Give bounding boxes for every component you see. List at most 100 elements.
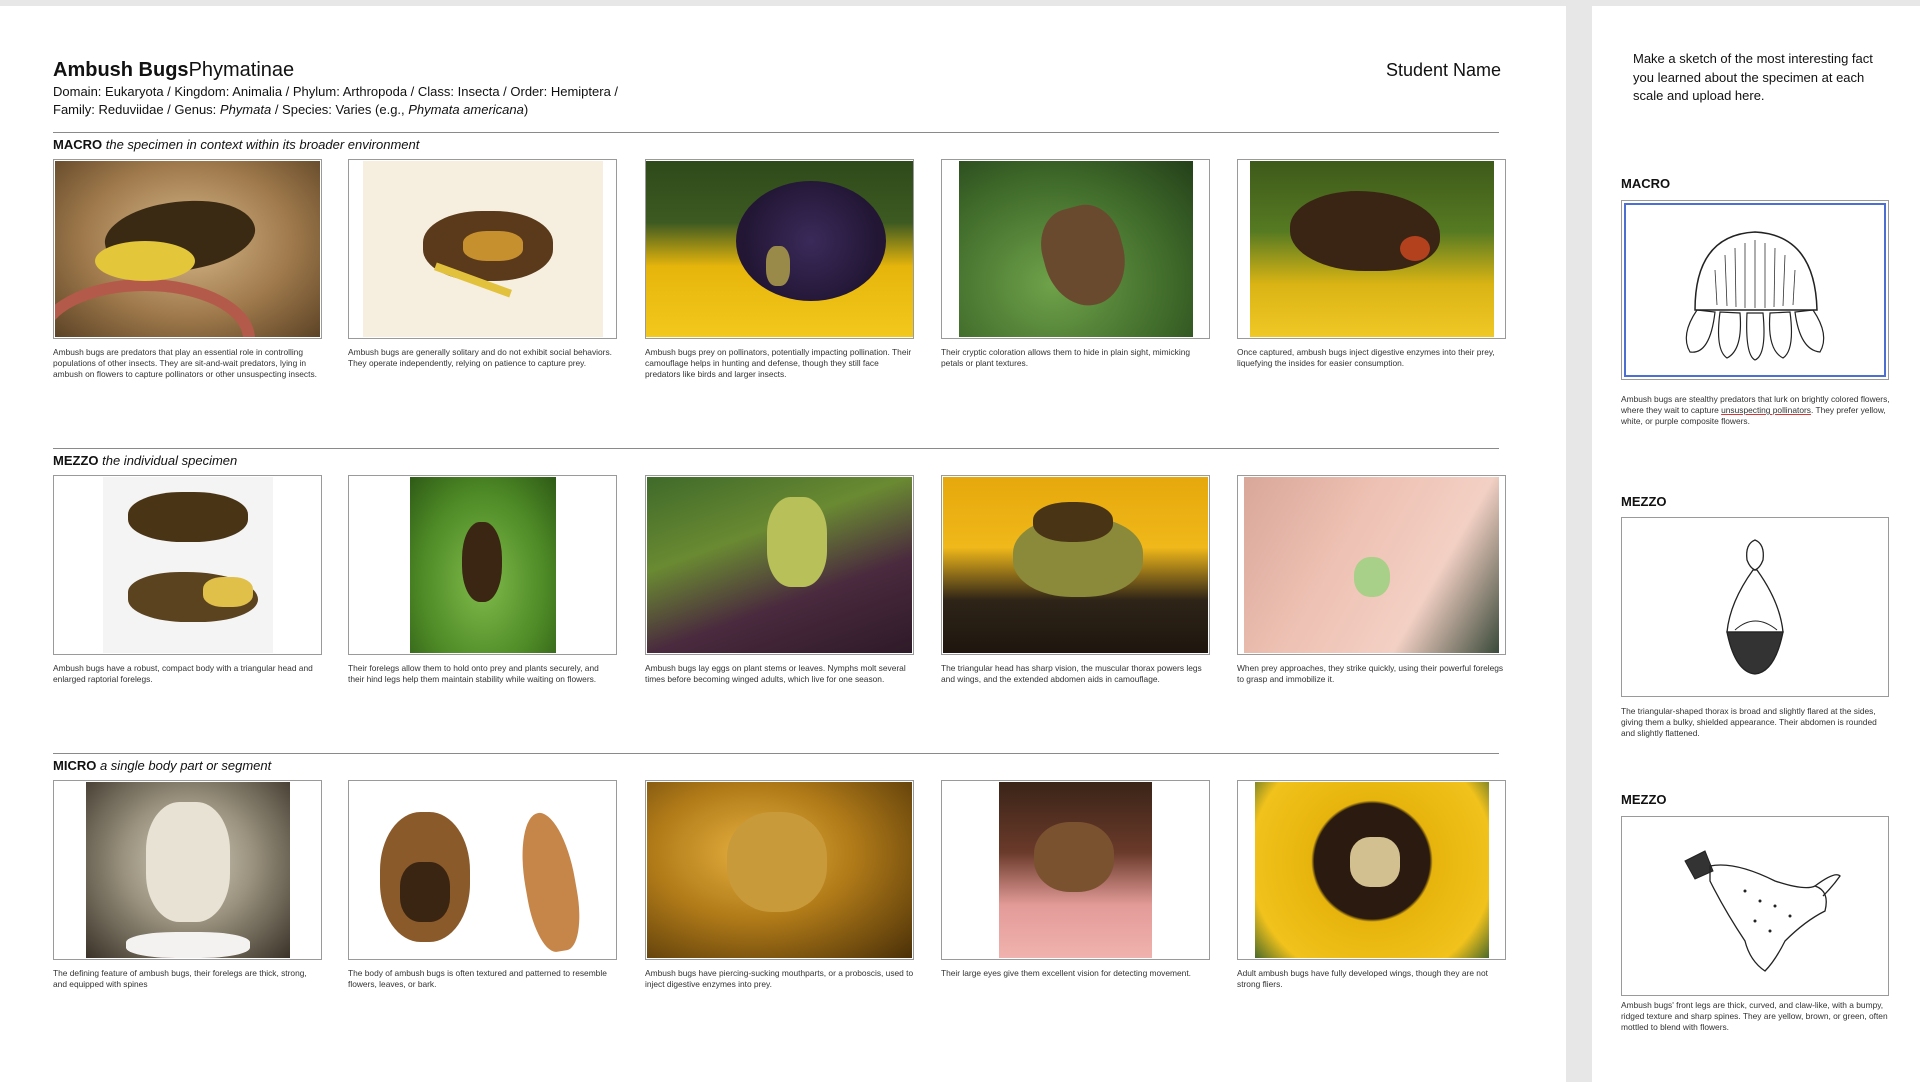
photo-frame[interactable] (1237, 780, 1506, 960)
photo-bug-on-finger (999, 782, 1152, 958)
photo-nymph-on-finger (1244, 477, 1499, 653)
specimen-card[interactable]: Ambush bugs prey on pollinators, potenti… (645, 159, 914, 380)
card-caption: When prey approaches, they strike quickl… (1237, 663, 1504, 684)
photo-bug-eating-prey (1249, 161, 1494, 337)
section-label-micro: MICRO a single body part or segment (53, 758, 271, 773)
card-caption: Ambush bugs are generally solitary and d… (348, 347, 612, 368)
card-caption: Their large eyes give them excellent vis… (941, 968, 1191, 978)
sketch-caption-mezzo-2: Ambush bugs' front legs are thick, curve… (1621, 1000, 1888, 1032)
section-name: MICRO (53, 758, 97, 773)
worksheet-page: Ambush BugsPhymatinae Domain: Eukaryota … (0, 6, 1566, 1082)
taxonomy-species: Phymata americana (408, 102, 524, 117)
section-divider (53, 132, 1499, 133)
photo-bug-on-coneflower (646, 161, 913, 337)
specimen-card[interactable]: Adult ambush bugs have fully developed w… (1237, 780, 1506, 990)
photo-frame[interactable] (53, 475, 322, 655)
card-caption: Ambush bugs have a robust, compact body … (53, 663, 313, 684)
specimen-card[interactable]: Their forelegs allow them to hold onto p… (348, 475, 617, 685)
section-label-macro: MACRO the specimen in context within its… (53, 137, 419, 152)
photo-frame[interactable] (348, 475, 617, 655)
foreleg-sketch-icon (1684, 850, 1841, 972)
body-sketch-icon (1726, 539, 1784, 675)
card-caption: Ambush bugs have piercing-sucking mouthp… (645, 968, 914, 989)
specimen-card[interactable]: Ambush bugs lay eggs on plant stems or l… (645, 475, 914, 685)
taxonomy-line-1: Domain: Eukaryota / Kingdom: Animalia / … (53, 84, 619, 99)
photo-bug-on-stem (55, 161, 320, 337)
specimen-card[interactable]: Ambush bugs are generally solitary and d… (348, 159, 617, 369)
section-name: MEZZO (53, 453, 99, 468)
photo-frame[interactable] (941, 780, 1210, 960)
photo-frame[interactable] (1237, 475, 1506, 655)
photo-frame[interactable] (645, 159, 914, 339)
section-name: MACRO (53, 137, 103, 152)
photo-specimen-dorsal-lateral (102, 477, 273, 653)
sketch-upload-mezzo-2[interactable] (1621, 816, 1889, 996)
specimen-card[interactable]: The triangular head has sharp vision, th… (941, 475, 1210, 685)
caption-underlined-text: unsuspecting pollinators (1721, 405, 1811, 415)
card-caption: Ambush bugs prey on pollinators, potenti… (645, 347, 912, 379)
specimen-card[interactable]: Ambush bugs are predators that play an e… (53, 159, 322, 380)
specimen-card[interactable]: The defining feature of ambush bugs, the… (53, 780, 322, 990)
section-divider (53, 753, 1499, 754)
card-caption: Their forelegs allow them to hold onto p… (348, 663, 599, 684)
section-desc: the specimen in context within its broad… (105, 137, 420, 152)
photo-bug-pair-on-flower (943, 477, 1208, 653)
photo-frame[interactable] (1237, 159, 1506, 339)
card-caption: Adult ambush bugs have fully developed w… (1237, 968, 1488, 989)
sketch-upload-mezzo[interactable] (1621, 517, 1889, 697)
sketch-label-macro: MACRO (1621, 176, 1671, 191)
photo-bug-on-green-leaf (409, 477, 556, 653)
photo-foreleg-closeup (85, 782, 290, 958)
card-caption: The triangular head has sharp vision, th… (941, 663, 1202, 684)
photo-frame[interactable] (53, 780, 322, 960)
photo-frame[interactable] (348, 780, 617, 960)
specimen-card[interactable]: Ambush bugs have piercing-sucking mouthp… (645, 780, 914, 990)
specimen-card[interactable]: When prey approaches, they strike quickl… (1237, 475, 1506, 685)
card-caption: Ambush bugs lay eggs on plant stems or l… (645, 663, 906, 684)
specimen-card[interactable]: Their cryptic coloration allows them to … (941, 159, 1210, 369)
sketch-label-mezzo-2: MEZZO (1621, 792, 1667, 807)
coneflower-sketch-icon (1685, 231, 1825, 361)
specimen-card[interactable]: Their large eyes give them excellent vis… (941, 780, 1210, 979)
card-caption: Ambush bugs are predators that play an e… (53, 347, 317, 379)
card-caption: Their cryptic coloration allows them to … (941, 347, 1191, 368)
sketch-instructions: Make a sketch of the most interesting fa… (1633, 51, 1873, 103)
specimen-card[interactable]: Once captured, ambush bugs inject digest… (1237, 159, 1506, 369)
taxonomy-text: Domain: Eukaryota / Kingdom: Animalia / … (53, 83, 618, 119)
photo-bug-on-black-eyed-susan (1254, 782, 1489, 958)
page-title: Ambush BugsPhymatinae (53, 59, 294, 82)
photo-frame[interactable] (645, 475, 914, 655)
sketch-caption-macro: Ambush bugs are stealthy predators that … (1621, 394, 1891, 427)
section-desc: a single body part or segment (99, 758, 272, 773)
section-label-mezzo: MEZZO the individual specimen (53, 453, 237, 468)
photo-frame[interactable] (941, 159, 1210, 339)
sketch-label-mezzo: MEZZO (1621, 494, 1667, 509)
taxonomy-close: ) (523, 102, 529, 117)
photo-bug-on-leaf (958, 161, 1193, 337)
sketch-upload-macro[interactable] (1621, 200, 1889, 380)
sketch-caption-mezzo: The triangular-shaped thorax is broad an… (1621, 706, 1877, 738)
photo-mouthparts-closeup (647, 782, 912, 958)
student-name-field[interactable]: Student Name (1386, 60, 1501, 81)
specimen-card[interactable]: Ambush bugs have a robust, compact body … (53, 475, 322, 685)
section-divider (53, 448, 1499, 449)
sketch-panel: Make a sketch of the most interesting fa… (1592, 6, 1920, 1082)
photo-frame[interactable] (53, 159, 322, 339)
taxonomy-family: Family: Reduviidae / Genus: (53, 102, 220, 117)
photo-frame[interactable] (348, 159, 617, 339)
photo-frame[interactable] (941, 475, 1210, 655)
photo-bug-on-purple-flower (647, 477, 912, 653)
title-subfamily: Phymatinae (188, 59, 295, 81)
taxonomy-species-prefix: / Species: Varies (e.g., (271, 102, 409, 117)
section-desc: the individual specimen (102, 453, 238, 468)
photo-bug-top-view (362, 161, 603, 337)
photo-frame[interactable] (645, 780, 914, 960)
title-common-name: Ambush Bugs (53, 59, 189, 81)
card-caption: The body of ambush bugs is often texture… (348, 968, 607, 989)
photo-specimen-with-leg-detail (350, 782, 615, 958)
card-caption: The defining feature of ambush bugs, the… (53, 968, 307, 989)
card-caption: Once captured, ambush bugs inject digest… (1237, 347, 1495, 368)
specimen-card[interactable]: The body of ambush bugs is often texture… (348, 780, 617, 990)
taxonomy-genus: Phymata (219, 102, 272, 117)
taxonomy-line-2: Family: Reduviidae / Genus: Phymata / Sp… (53, 101, 618, 119)
